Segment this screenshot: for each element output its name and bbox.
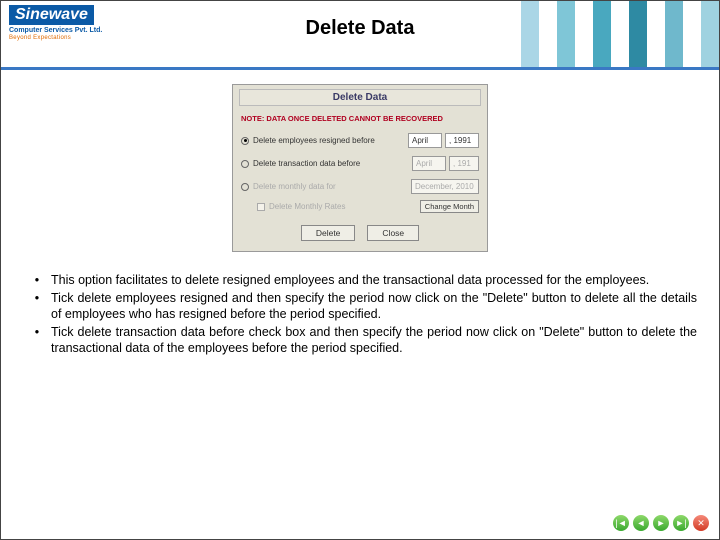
- nav-last-icon[interactable]: ►|: [673, 515, 689, 531]
- dialog-button-row: Delete Close: [233, 217, 487, 251]
- nav-prev-icon[interactable]: ◄: [633, 515, 649, 531]
- dialog-warning: NOTE: DATA ONCE DELETED CANNOT BE RECOVE…: [233, 112, 487, 129]
- delete-data-dialog: Delete Data NOTE: DATA ONCE DELETED CANN…: [232, 84, 488, 252]
- option-row-monthly[interactable]: Delete monthly data for December, 2010: [233, 175, 487, 198]
- description-bullets: •This option facilitates to delete resig…: [13, 272, 707, 356]
- option-row-resigned[interactable]: Delete employees resigned before April ,…: [233, 129, 487, 152]
- footer-navigation: |◄ ◄ ► ►| ✕: [613, 515, 709, 531]
- nav-next-icon[interactable]: ►: [653, 515, 669, 531]
- header-stripes: [521, 1, 719, 67]
- slide-header: Sinewave Computer Services Pvt. Ltd. Bey…: [1, 1, 719, 67]
- radio-resigned-label: Delete employees resigned before: [253, 136, 404, 145]
- radio-transaction[interactable]: [241, 160, 249, 168]
- resigned-year-field[interactable]: , 1991: [445, 133, 479, 148]
- change-month-button[interactable]: Change Month: [420, 200, 479, 213]
- option-row-transaction[interactable]: Delete transaction data before April , 1…: [233, 152, 487, 175]
- radio-resigned[interactable]: [241, 137, 249, 145]
- radio-monthly-label: Delete monthly data for: [253, 182, 407, 191]
- transaction-year-field[interactable]: , 191: [449, 156, 479, 171]
- radio-monthly[interactable]: [241, 183, 249, 191]
- checkbox-monthly-rates-label: Delete Monthly Rates: [269, 202, 345, 211]
- list-item: •This option facilitates to delete resig…: [23, 272, 697, 288]
- close-button[interactable]: Close: [367, 225, 419, 241]
- monthly-period-field[interactable]: December, 2010: [411, 179, 479, 194]
- list-item: •Tick delete transaction data before che…: [23, 324, 697, 356]
- checkbox-monthly-rates[interactable]: [257, 203, 265, 211]
- monthly-subrow: Delete Monthly Rates Change Month: [233, 198, 487, 217]
- list-item: •Tick delete employees resigned and then…: [23, 290, 697, 322]
- nav-first-icon[interactable]: |◄: [613, 515, 629, 531]
- transaction-month-field[interactable]: April: [412, 156, 446, 171]
- nav-close-icon[interactable]: ✕: [693, 515, 709, 531]
- delete-button[interactable]: Delete: [301, 225, 356, 241]
- dialog-title: Delete Data: [239, 89, 481, 106]
- resigned-month-field[interactable]: April: [408, 133, 442, 148]
- radio-transaction-label: Delete transaction data before: [253, 159, 408, 168]
